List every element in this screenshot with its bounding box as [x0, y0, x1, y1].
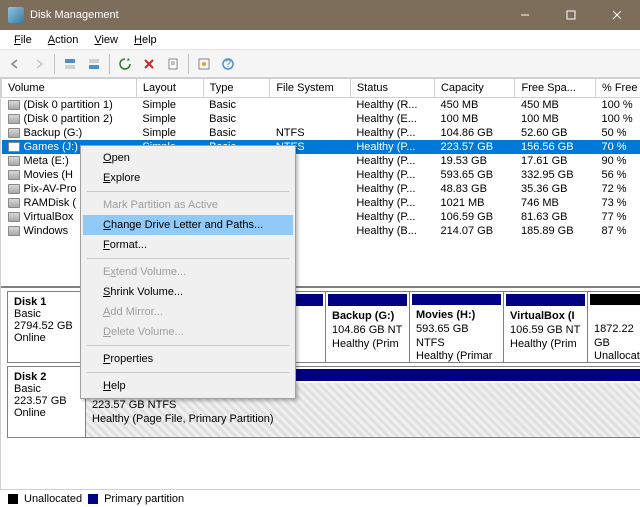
col-header[interactable]: File System: [270, 79, 351, 98]
app-icon: [8, 7, 24, 23]
cm-shrink-volume[interactable]: Shrink Volume...: [83, 282, 293, 302]
partition-unallocated[interactable]: 1872.22 GBUnallocated: [588, 292, 640, 362]
cm-explore[interactable]: Explore: [83, 168, 293, 188]
cm-open[interactable]: Open: [83, 148, 293, 168]
col-header[interactable]: Layout: [136, 79, 203, 98]
drive-icon: [8, 212, 20, 222]
statusbar: Unallocated Primary partition: [0, 489, 640, 507]
drive-icon: [8, 198, 20, 208]
cm-help[interactable]: Help: [83, 376, 293, 396]
partition-backup[interactable]: Backup (G:)104.86 GB NTHealthy (Prim: [326, 292, 410, 362]
window-title: Disk Management: [30, 9, 502, 21]
refresh-icon[interactable]: [114, 53, 136, 75]
maximize-button[interactable]: [548, 0, 594, 30]
col-header[interactable]: % Free: [596, 79, 640, 98]
drive-icon: [8, 226, 20, 236]
cm-format[interactable]: Format...: [83, 235, 293, 255]
legend-primary-swatch: [88, 494, 98, 504]
menu-action[interactable]: Action: [40, 32, 87, 48]
drive-icon: [8, 184, 20, 194]
cm-extend-volume: Extend Volume...: [83, 262, 293, 282]
forward-icon[interactable]: [28, 53, 50, 75]
menubar: File Action View Help: [0, 30, 640, 50]
minimize-button[interactable]: [502, 0, 548, 30]
disk-header: Disk 2 Basic 223.57 GB Online: [8, 367, 86, 437]
partition-virtualbox[interactable]: VirtualBox (I106.59 GB NTHealthy (Prim: [504, 292, 588, 362]
help-icon[interactable]: ?: [217, 53, 239, 75]
settings-icon[interactable]: [193, 53, 215, 75]
cm-add-mirror: Add Mirror...: [83, 302, 293, 322]
toolbar: ?: [0, 50, 640, 78]
drive-icon: [8, 142, 20, 152]
delete-icon[interactable]: [138, 53, 160, 75]
col-header[interactable]: Free Spa...: [515, 79, 596, 98]
svg-text:?: ?: [225, 58, 231, 70]
legend-primary-label: Primary partition: [104, 493, 184, 505]
context-menu: Open Explore Mark Partition as Active Ch…: [80, 145, 296, 399]
menu-file[interactable]: File: [6, 32, 40, 48]
legend-unallocated-label: Unallocated: [24, 493, 82, 505]
col-header[interactable]: Volume: [2, 79, 137, 98]
col-header[interactable]: Capacity: [434, 79, 515, 98]
drive-icon: [8, 128, 20, 138]
back-icon[interactable]: [4, 53, 26, 75]
table-row[interactable]: (Disk 0 partition 1)SimpleBasicHealthy (…: [2, 98, 640, 113]
cm-mark-active: Mark Partition as Active: [83, 195, 293, 215]
menu-help[interactable]: Help: [126, 32, 165, 48]
view-bottom-icon[interactable]: [83, 53, 105, 75]
cm-properties[interactable]: Properties: [83, 349, 293, 369]
menu-view[interactable]: View: [86, 32, 126, 48]
table-row[interactable]: Backup (G:)SimpleBasicNTFSHealthy (P...1…: [2, 126, 640, 140]
properties-icon[interactable]: [162, 53, 184, 75]
drive-icon: [8, 114, 20, 124]
disk-header: Disk 1 Basic 2794.52 GB Online: [8, 292, 86, 362]
legend-unallocated-swatch: [8, 494, 18, 504]
view-top-icon[interactable]: [59, 53, 81, 75]
drive-icon: [8, 170, 20, 180]
table-row[interactable]: (Disk 0 partition 2)SimpleBasicHealthy (…: [2, 112, 640, 126]
col-header[interactable]: Status: [350, 79, 434, 98]
partition-movies[interactable]: Movies (H:)593.65 GB NTFSHealthy (Primar: [410, 292, 504, 362]
close-button[interactable]: [594, 0, 640, 30]
drive-icon: [8, 100, 20, 110]
col-header[interactable]: Type: [203, 79, 270, 98]
drive-icon: [8, 156, 20, 166]
cm-delete-volume: Delete Volume...: [83, 322, 293, 342]
titlebar: Disk Management: [0, 0, 640, 30]
cm-change-drive-letter[interactable]: Change Drive Letter and Paths...: [83, 215, 293, 235]
